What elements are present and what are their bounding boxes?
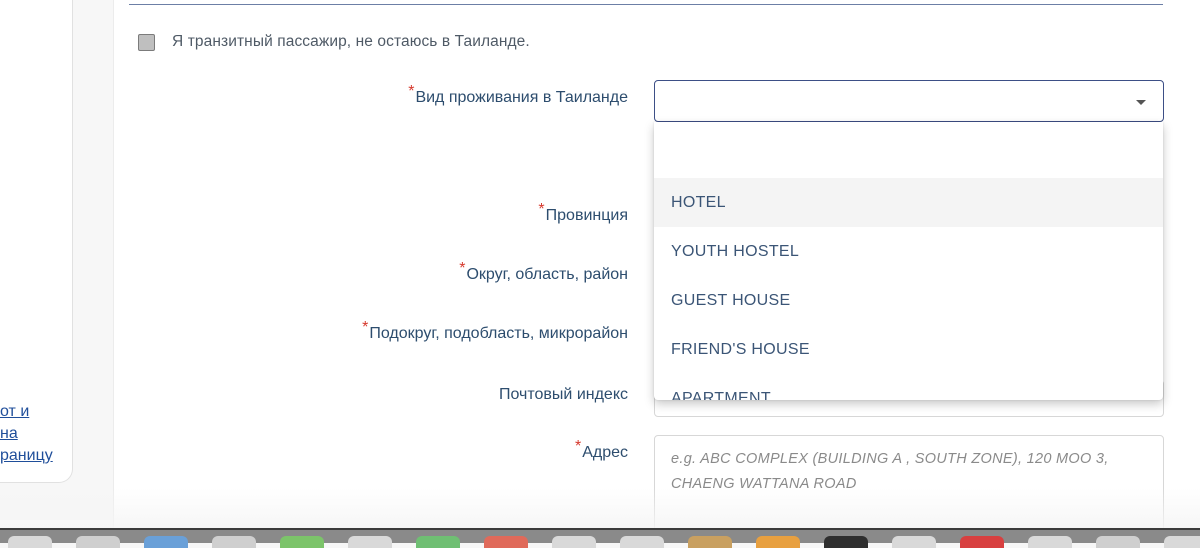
dock-app-icon[interactable] (416, 536, 460, 548)
required-asterisk: * (362, 319, 369, 336)
dock-app-icon[interactable] (756, 536, 800, 548)
required-asterisk: * (459, 260, 466, 277)
dock-app-icon[interactable] (484, 536, 528, 548)
transit-passenger-option[interactable]: Я транзитный пассажир, не остаюсь в Таил… (138, 31, 530, 53)
address-label-text: Адрес (582, 444, 628, 461)
dropdown-option-guest-house[interactable]: GUEST HOUSE (654, 276, 1163, 325)
district-label: *Округ, область, район (459, 260, 628, 284)
address-label: *Адрес (575, 438, 628, 462)
section-divider (129, 4, 1163, 5)
dock-app-icon[interactable] (212, 536, 256, 548)
dropdown-search-area[interactable] (654, 122, 1163, 178)
accommodation-type-label: *Вид проживания в Таиланде (408, 83, 628, 107)
transit-checkbox-label: Я транзитный пассажир, не остаюсь в Таил… (172, 33, 530, 50)
province-label-text: Провинция (545, 207, 628, 224)
dock-app-icon[interactable] (552, 536, 596, 548)
dropdown-option-friends-house[interactable]: FRIEND'S HOUSE (654, 325, 1163, 374)
dock-app-icon[interactable] (280, 536, 324, 548)
required-asterisk: * (574, 438, 582, 455)
subdistrict-label: *Подокруг, подобласть, микрорайон (362, 319, 628, 343)
accommodation-type-select[interactable] (654, 80, 1164, 122)
dock-app-icon[interactable] (960, 536, 1004, 548)
dock-app-icon[interactable] (1096, 536, 1140, 548)
dock-app-icon[interactable] (144, 536, 188, 548)
chevron-down-icon (1136, 100, 1146, 105)
province-label: *Провинция (538, 201, 628, 225)
address-placeholder: e.g. ABC COMPLEX (BUILDING A , SOUTH ZON… (671, 451, 1109, 492)
dock-app-icon[interactable] (892, 536, 936, 548)
accommodation-type-label-text: Вид проживания в Таиланде (415, 89, 628, 106)
dock-app-icon[interactable] (348, 536, 392, 548)
dropdown-option-hotel[interactable]: HOTEL (654, 178, 1163, 227)
dock-app-icon[interactable] (620, 536, 664, 548)
district-label-text: Округ, область, район (466, 266, 628, 283)
dock-app-icon[interactable] (8, 536, 52, 548)
dock-app-icon[interactable] (1164, 536, 1200, 548)
sidebar-link[interactable]: от и на раницу (0, 401, 70, 467)
dropdown-option-youth-hostel[interactable]: YOUTH HOSTEL (654, 227, 1163, 276)
accommodation-dropdown-menu[interactable]: HOTEL YOUTH HOSTEL GUEST HOUSE FRIEND'S … (654, 122, 1163, 400)
taskbar-dock (0, 528, 1200, 548)
required-asterisk: * (538, 201, 545, 218)
required-asterisk: * (408, 83, 415, 100)
dropdown-option-apartment[interactable]: APARTMENT (654, 374, 1163, 401)
transit-checkbox[interactable] (138, 33, 155, 51)
dock-app-icon[interactable] (688, 536, 732, 548)
address-field[interactable]: e.g. ABC COMPLEX (BUILDING A , SOUTH ZON… (654, 435, 1164, 535)
dock-app-icon[interactable] (824, 536, 868, 548)
subdistrict-label-text: Подокруг, подобласть, микрорайон (369, 325, 628, 342)
dock-app-icon[interactable] (76, 536, 120, 548)
postal-code-label: Почтовый индекс (499, 386, 628, 403)
dock-app-icon[interactable] (1028, 536, 1072, 548)
